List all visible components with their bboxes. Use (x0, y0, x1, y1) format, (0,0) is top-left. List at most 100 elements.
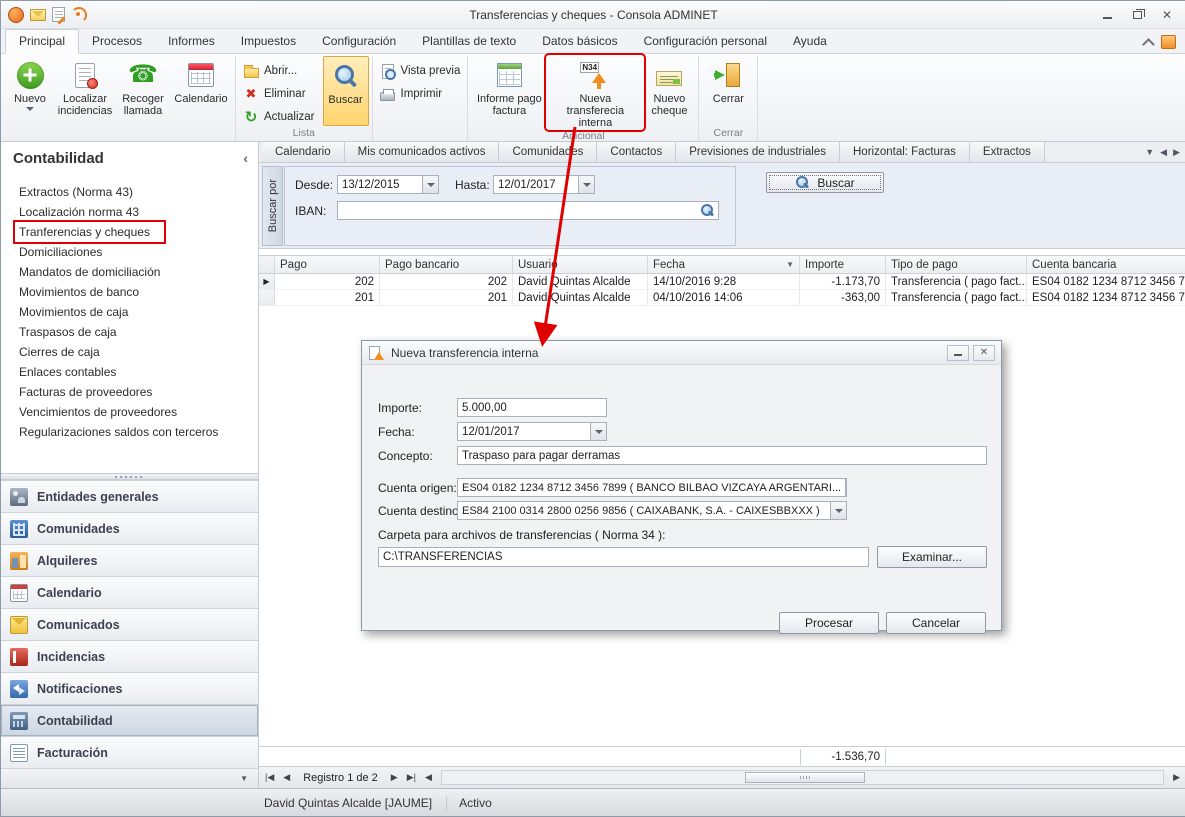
sidebar-item-transferencias[interactable]: Tranferencias y cheques (1, 222, 258, 242)
doc-tab-extractos[interactable]: Extractos (970, 142, 1045, 162)
ribbon-tab-informes[interactable]: Informes (155, 30, 228, 53)
first-record-icon[interactable]: |◀ (262, 771, 277, 784)
recoger-llamada-button[interactable]: ☎ Recoger llamada (116, 56, 170, 126)
help-icon[interactable] (1161, 35, 1176, 49)
minimize-button[interactable] (1092, 5, 1122, 25)
cuenta-origen-combo[interactable]: ES04 0182 1234 8712 3456 7899 ( BANCO BI… (457, 478, 847, 497)
col-header-tipo-pago[interactable]: Tipo de pago (886, 256, 1027, 273)
doc-tab-previsiones[interactable]: Previsiones de industriales (676, 142, 840, 162)
informe-pago-factura-button[interactable]: Informe pago factura (471, 56, 547, 129)
col-header-pago-bancario[interactable]: Pago bancario (380, 256, 513, 273)
sidebar-item-cierres[interactable]: Cierres de caja (1, 342, 258, 362)
chevron-down-icon[interactable]: ▼ (240, 774, 248, 783)
sidebar-item-facturas-prov[interactable]: Facturas de proveedores (1, 382, 258, 402)
cuenta-destino-combo[interactable]: ES84 2100 0314 2800 0256 9856 ( CAIXABAN… (457, 501, 847, 520)
desde-date-input[interactable]: 13/12/2015 (337, 175, 439, 194)
dialog-titlebar[interactable]: Nueva transferencia interna ✕ (362, 341, 1001, 365)
sidebar-overflow-strip[interactable]: ▼ (1, 768, 258, 788)
close-button[interactable]: ✕ (1152, 5, 1182, 25)
collapse-ribbon-icon[interactable] (1142, 38, 1155, 51)
sidebar-item-localizacion[interactable]: Localización norma 43 (1, 202, 258, 222)
doc-tab-comunidades[interactable]: Comunidades (499, 142, 597, 162)
carpeta-input[interactable]: C:\TRANSFERENCIAS (378, 547, 869, 567)
tab-list-dropdown-icon[interactable]: ▼ (1145, 147, 1154, 157)
nav-facturacion[interactable]: Facturación (1, 736, 258, 768)
mail-icon[interactable] (30, 9, 46, 21)
nav-contabilidad[interactable]: Contabilidad (1, 704, 258, 736)
nuevo-button[interactable]: Nuevo (6, 56, 54, 126)
cancelar-button[interactable]: Cancelar (886, 612, 986, 634)
col-header-cuenta-bancaria[interactable]: Cuenta bancaria (1027, 256, 1185, 273)
ribbon-tab-datos-basicos[interactable]: Datos básicos (529, 30, 630, 53)
calendario-button[interactable]: Calendario (170, 56, 232, 126)
col-header-importe[interactable]: Importe (800, 256, 886, 273)
dialog-minimize-button[interactable] (947, 345, 969, 361)
restore-button[interactable] (1122, 5, 1152, 25)
doc-tab-comunicados-activos[interactable]: Mis comunicados activos (345, 142, 500, 162)
prev-record-icon[interactable]: ◀ (280, 771, 293, 784)
last-record-icon[interactable]: ▶| (404, 771, 419, 784)
iban-input[interactable] (337, 201, 719, 220)
sidebar-item-enlaces[interactable]: Enlaces contables (1, 362, 258, 382)
horizontal-scrollbar[interactable] (441, 770, 1164, 785)
scrollbar-thumb[interactable] (745, 772, 865, 783)
nav-notificaciones[interactable]: Notificaciones (1, 672, 258, 704)
tab-scroll-left-icon[interactable]: ◀ (1160, 147, 1167, 158)
scroll-left-icon[interactable]: ◀ (422, 771, 435, 784)
signal-icon[interactable] (71, 7, 85, 21)
vista-previa-button[interactable]: Vista previa (376, 62, 465, 80)
doc-tab-calendario[interactable]: Calendario (262, 142, 345, 162)
concepto-input[interactable]: Traspaso para pagar derramas (457, 446, 987, 465)
col-header-fecha[interactable]: Fecha▼ (648, 256, 800, 273)
sidebar-item-vencimientos[interactable]: Vencimientos de proveedores (1, 402, 258, 422)
sidebar-item-mandatos[interactable]: Mandatos de domiciliación (1, 262, 258, 282)
nav-calendario[interactable]: Calendario (1, 576, 258, 608)
col-header-pago[interactable]: Pago (275, 256, 380, 273)
nuevo-cheque-button[interactable]: Nuevo cheque (643, 56, 695, 129)
sidebar-item-regularizaciones[interactable]: Regularizaciones saldos con terceros (1, 422, 258, 442)
cuenta-destino-dropdown-icon[interactable] (830, 502, 846, 519)
localizar-incidencias-button[interactable]: Localizar incidencias (54, 56, 116, 126)
doc-tab-horizontal-facturas[interactable]: Horizontal: Facturas (840, 142, 970, 162)
iban-search-icon[interactable] (700, 203, 715, 218)
buscar-button[interactable]: Buscar (766, 172, 884, 193)
sidebar-item-extractos[interactable]: Extractos (Norma 43) (1, 182, 258, 202)
ribbon-tab-procesos[interactable]: Procesos (79, 30, 155, 53)
ribbon-tab-ayuda[interactable]: Ayuda (780, 30, 840, 53)
procesar-button[interactable]: Procesar (779, 612, 879, 634)
buscar-ribbon-button[interactable]: Buscar (323, 56, 369, 126)
imprimir-button[interactable]: Imprimir (376, 85, 465, 103)
tab-scroll-right-icon[interactable]: ▶ (1173, 147, 1180, 158)
sidebar-item-traspasos[interactable]: Traspasos de caja (1, 322, 258, 342)
examinar-button[interactable]: Examinar... (877, 546, 987, 568)
buscar-por-vertical-tab[interactable]: Buscar por (262, 166, 283, 246)
fecha-input[interactable]: 12/01/2017 (457, 422, 607, 441)
doc-tab-contactos[interactable]: Contactos (597, 142, 676, 162)
hasta-dropdown-icon[interactable] (578, 176, 594, 193)
next-record-icon[interactable]: ▶ (388, 771, 401, 784)
nav-comunidades[interactable]: Comunidades (1, 512, 258, 544)
importe-input[interactable]: 5.000,00 (457, 398, 607, 417)
app-icon[interactable] (8, 7, 24, 23)
ribbon-tab-configuracion-personal[interactable]: Configuración personal (631, 30, 780, 53)
actualizar-button[interactable]: ↻ Actualizar (239, 108, 319, 126)
ribbon-tab-principal[interactable]: Principal (5, 29, 79, 54)
grid-row-1[interactable]: ▶ 202 202 David Quintas Alcalde 14/10/20… (259, 274, 1185, 290)
note-icon[interactable] (52, 7, 65, 22)
nav-entidades-generales[interactable]: Entidades generales (1, 480, 258, 512)
eliminar-button[interactable]: ✖ Eliminar (239, 85, 319, 103)
sidebar-collapse-icon[interactable]: ‹ (243, 150, 248, 166)
abrir-button[interactable]: Abrir... (239, 62, 319, 80)
scroll-right-icon[interactable]: ▶ (1170, 771, 1183, 784)
desde-dropdown-icon[interactable] (422, 176, 438, 193)
sidebar-splitter[interactable] (1, 473, 258, 480)
col-header-usuario[interactable]: Usuario (513, 256, 648, 273)
ribbon-tab-configuracion[interactable]: Configuración (309, 30, 409, 53)
sidebar-item-domiciliaciones[interactable]: Domiciliaciones (1, 242, 258, 262)
hasta-date-input[interactable]: 12/01/2017 (493, 175, 595, 194)
nav-comunicados[interactable]: Comunicados (1, 608, 258, 640)
sidebar-item-mov-caja[interactable]: Movimientos de caja (1, 302, 258, 322)
nav-alquileres[interactable]: Alquileres (1, 544, 258, 576)
ribbon-tab-plantillas[interactable]: Plantillas de texto (409, 30, 529, 53)
cerrar-button[interactable]: Cerrar (702, 56, 754, 126)
